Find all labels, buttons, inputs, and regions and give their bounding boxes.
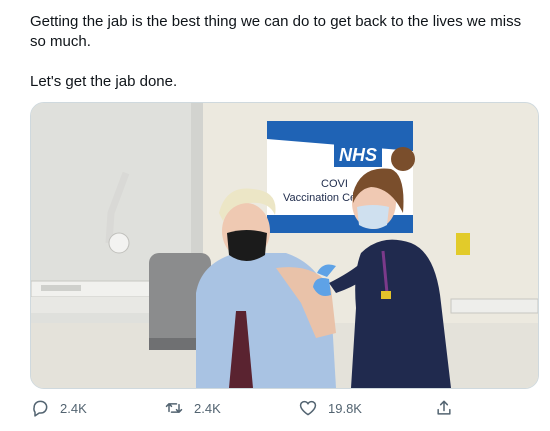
tweet-text-paragraph-2: Let's get the jab done. [30,73,178,90]
like-count: 19.8K [328,400,362,416]
reply-icon [30,398,50,418]
tweet: Getting the jab is the best thing we can… [0,0,550,431]
retweet-icon [164,398,184,418]
tweet-text: Getting the jab is the best thing we can… [30,12,530,92]
heart-icon [298,398,318,418]
reply-count: 2.4K [60,400,87,416]
share-button[interactable] [434,398,454,418]
like-button[interactable]: 19.8K [298,398,362,418]
tweet-text-paragraph-1: Getting the jab is the best thing we can… [30,13,522,50]
tweet-actions: 2.4K 2.4K 19.8K [30,398,510,422]
sign-line-2: Vaccination Ce [283,192,356,204]
share-icon [434,398,454,418]
nhs-logo: NHS [339,145,377,165]
sign-line-1: COVI [321,178,348,190]
reply-button[interactable]: 2.4K [30,398,87,418]
retweet-button[interactable]: 2.4K [164,398,221,418]
tweet-photo[interactable]: NHS COVI Vaccination Ce [30,102,539,389]
retweet-count: 2.4K [194,400,221,416]
